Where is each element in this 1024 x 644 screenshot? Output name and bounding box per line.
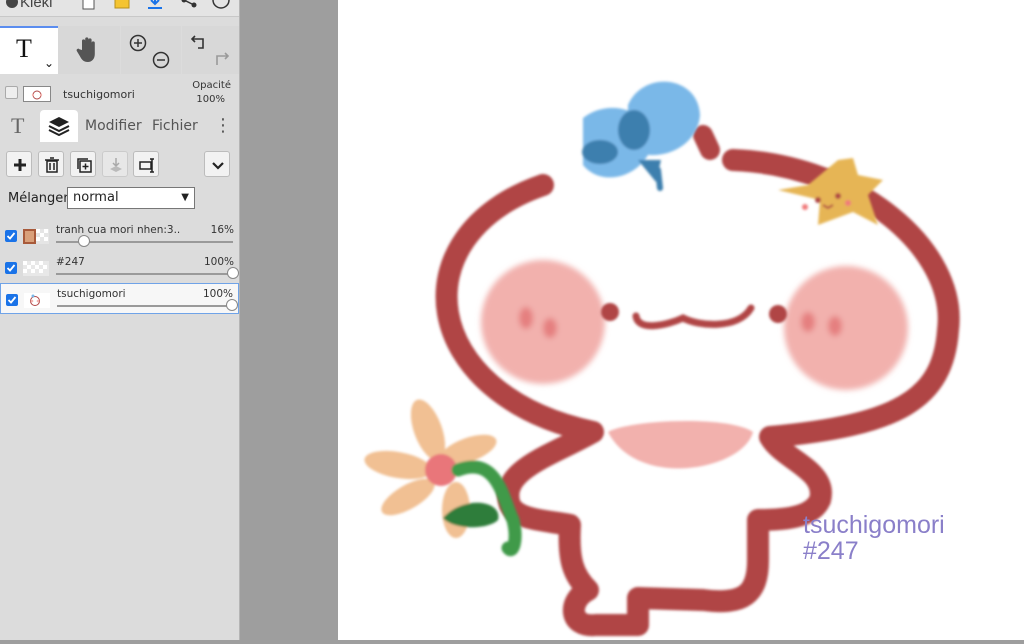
top-toolbar: Kleki — [0, 0, 239, 17]
slider-handle[interactable] — [78, 235, 91, 247]
layer-name: #247 — [56, 256, 85, 268]
layer-opacity-value: 100% — [202, 288, 233, 300]
download-icon[interactable] — [146, 0, 164, 12]
hand-icon — [76, 37, 95, 62]
rename-layer-icon — [139, 158, 154, 173]
slider-handle[interactable] — [226, 299, 238, 311]
layer-visibility-checkbox[interactable] — [5, 230, 17, 242]
tab-file[interactable]: Fichier — [152, 110, 198, 142]
app-logo: Kleki — [6, 0, 53, 11]
merge-down-button[interactable] — [102, 151, 128, 177]
expand-layers-button[interactable] — [204, 151, 230, 177]
layer-name: tranh cua mori nhen:3.. — [56, 224, 181, 236]
add-layer-button[interactable] — [6, 151, 32, 177]
blend-mode-value: normal — [73, 190, 119, 205]
share-icon[interactable] — [180, 0, 198, 12]
current-layer-name: tsuchigomori — [63, 88, 135, 101]
artwork: tsuchigomori #247 — [364, 81, 960, 637]
layer-thumbnail — [23, 229, 49, 244]
text-tool-button[interactable]: T ⌄ — [0, 26, 58, 74]
layer-row[interactable]: #247 100% — [0, 252, 239, 283]
slider-handle[interactable] — [227, 267, 239, 279]
flower — [364, 399, 522, 557]
layers-icon — [48, 117, 70, 136]
layer-opacity-slider[interactable] — [56, 235, 233, 247]
undo-icon[interactable] — [190, 33, 208, 51]
current-layer-info: tsuchigomori Opacité 100% — [0, 76, 239, 110]
open-folder-icon[interactable] — [114, 0, 132, 12]
tab-text[interactable]: T — [11, 110, 24, 142]
layer-opacity-slider[interactable] — [56, 267, 239, 279]
layer-opacity-value: 100% — [203, 256, 234, 268]
blend-mode-select[interactable]: normal ▼ — [67, 187, 195, 209]
layer-opacity-slider[interactable] — [57, 299, 238, 311]
help-icon[interactable] — [212, 0, 230, 12]
merge-down-icon — [110, 158, 122, 172]
chevron-down-icon — [212, 162, 224, 170]
layer-visibility-checkbox[interactable] — [5, 262, 17, 274]
blend-mode-label: Mélanger — [8, 191, 69, 206]
sidebar-panel: Kleki T ⌄ tsuchigomori Opacité 100% T Mo… — [0, 0, 240, 640]
chevron-down-icon: ▼ — [181, 192, 189, 203]
kleki-logo-icon — [6, 0, 18, 8]
tool-row: T ⌄ — [0, 26, 239, 74]
opacity-label: Opacité — [192, 80, 231, 91]
duplicate-layer-button[interactable] — [70, 151, 96, 177]
layer-thumbnail — [24, 293, 50, 308]
signature-name: tsuchigomori — [803, 511, 945, 539]
history-tool-group — [182, 26, 239, 74]
panel-tabs: T Modifier Fichier ⋮ — [0, 110, 239, 142]
zoom-out-icon[interactable] — [152, 51, 170, 69]
add-layer-icon — [14, 159, 26, 171]
tab-modify[interactable]: Modifier — [85, 110, 142, 142]
layer-name: tsuchigomori — [57, 288, 126, 300]
new-file-icon[interactable] — [82, 0, 96, 12]
layer-thumbnail — [23, 86, 51, 102]
text-tool-glyph: T — [16, 34, 32, 63]
hand-tool-button[interactable] — [58, 26, 120, 74]
delete-layer-icon — [45, 157, 59, 173]
redo-icon[interactable] — [212, 50, 230, 68]
opacity-value: 100% — [196, 94, 225, 105]
more-menu-icon[interactable]: ⋮ — [214, 110, 232, 142]
layer-row-selected[interactable]: tsuchigomori 100% — [0, 283, 239, 314]
signature-number: #247 — [803, 537, 859, 565]
layer-opacity-value: 16% — [210, 224, 234, 236]
drawing-canvas[interactable]: tsuchigomori #247 — [338, 0, 1024, 640]
drawing-thumbnail-icon — [31, 90, 43, 100]
bow — [582, 81, 700, 191]
layer-row[interactable]: tranh cua mori nhen:3.. 16% — [0, 220, 239, 251]
app-name: Kleki — [20, 0, 53, 11]
blend-mode-row: Mélanger normal ▼ — [0, 186, 239, 212]
layer-visibility-checkbox[interactable] — [5, 86, 18, 99]
chevron-down-icon[interactable]: ⌄ — [44, 56, 54, 70]
duplicate-layer-icon — [77, 158, 92, 173]
zoom-in-icon[interactable] — [129, 34, 147, 52]
layer-thumbnail — [23, 261, 49, 276]
layer-buttons — [0, 148, 239, 184]
layer-visibility-checkbox[interactable] — [6, 294, 18, 306]
rename-layer-button[interactable] — [133, 151, 159, 177]
tab-layers[interactable] — [40, 110, 78, 142]
delete-layer-button[interactable] — [38, 151, 64, 177]
face — [601, 303, 787, 469]
zoom-tool-group — [121, 26, 181, 74]
